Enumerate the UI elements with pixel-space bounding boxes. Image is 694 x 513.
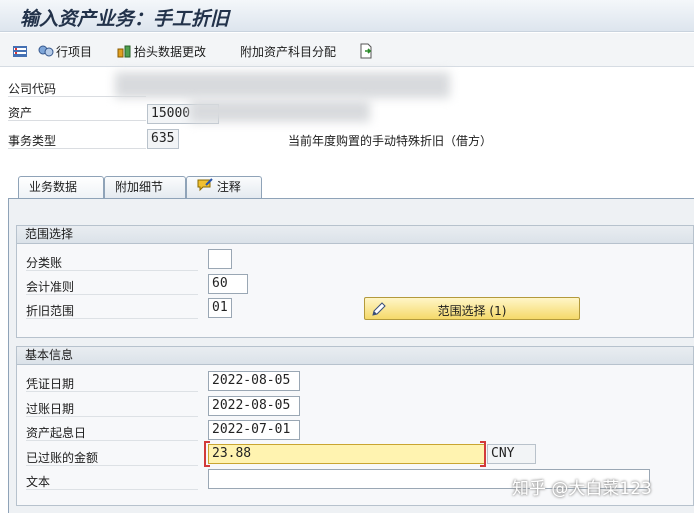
overview-icon: [12, 43, 28, 59]
focus-bracket-right: [480, 441, 486, 467]
transaction-type-description: 当前年度购置的手动特殊折旧（借方）: [288, 134, 493, 148]
amount-posted-field[interactable]: 23.88: [208, 444, 486, 464]
asset-value-date-field[interactable]: 2022-07-01: [208, 420, 300, 440]
accounting-principle-field[interactable]: 60: [208, 274, 248, 294]
transaction-type-label: 事务类型: [8, 134, 57, 148]
export-button[interactable]: [358, 42, 376, 60]
tab-note[interactable]: 注释: [186, 176, 262, 198]
header-data-label: 抬头数据更改: [134, 44, 207, 59]
application-toolbar: 行项目 抬头数据更改 附加资产科目分配: [0, 33, 694, 67]
asset-value-date-underline: [26, 440, 198, 441]
line-items-button[interactable]: 行项目: [38, 42, 92, 60]
company-code-label: 公司代码: [8, 82, 57, 96]
tab-additional-details[interactable]: 附加细节: [104, 176, 186, 198]
text-underline: [26, 489, 198, 490]
export-icon: [358, 43, 374, 59]
text-label: 文本: [26, 475, 51, 489]
transaction-type-field: 635: [147, 129, 179, 149]
header-data-icon: [116, 43, 132, 59]
accounting-principle-underline: [26, 294, 198, 295]
range-selection-button-label: 范围选择 (1): [437, 304, 507, 318]
posting-date-field[interactable]: 2022-08-05: [208, 396, 300, 416]
tab-business-data[interactable]: 业务数据: [18, 176, 104, 199]
document-date-underline: [26, 391, 198, 392]
overview-button[interactable]: [12, 42, 30, 60]
focus-bracket-left: [204, 441, 210, 467]
amount-posted-label: 已过账的金额: [26, 451, 99, 465]
depreciation-area-underline: [26, 318, 198, 319]
window-title: 输入资产业务：手工折旧: [20, 8, 230, 30]
range-selection-group: 范围选择: [16, 225, 694, 338]
depreciation-area-field[interactable]: 01: [208, 298, 232, 318]
asset-label: 资产: [8, 106, 33, 120]
title-bar: 输入资产业务：手工折旧: [0, 0, 694, 32]
additional-account-assignment-label: 附加资产科目分配: [240, 44, 337, 59]
accounting-principle-label: 会计准则: [26, 280, 75, 294]
line-items-label: 行项目: [56, 44, 93, 59]
watermark: 知乎 @大白菜123: [512, 479, 652, 499]
line-items-icon: [38, 43, 54, 59]
ledger-group-label: 分类账: [26, 256, 63, 270]
tab-note-label: 注释: [216, 180, 241, 194]
document-date-label: 凭证日期: [26, 377, 75, 391]
ledger-group-underline: [26, 270, 198, 271]
currency-field: CNY: [487, 444, 536, 464]
redaction-blur: [115, 72, 450, 98]
header-data-button[interactable]: 抬头数据更改: [116, 42, 206, 60]
asset-value-date-label: 资产起息日: [26, 426, 87, 440]
amount-posted-underline: [26, 465, 198, 466]
range-selection-title: 范围选择: [17, 226, 693, 244]
asset-underline: [8, 120, 146, 121]
basic-information-title: 基本信息: [17, 347, 693, 365]
ledger-group-field[interactable]: [208, 249, 232, 269]
range-selection-button[interactable]: 范围选择 (1): [364, 297, 580, 320]
note-icon: [197, 177, 213, 198]
depreciation-area-label: 折旧范围: [26, 304, 75, 318]
transaction-type-underline: [8, 148, 146, 149]
posting-date-label: 过账日期: [26, 402, 75, 416]
additional-account-assignment-button[interactable]: 附加资产科目分配: [240, 42, 336, 60]
redaction-blur: [190, 100, 370, 122]
document-date-field[interactable]: 2022-08-05: [208, 371, 300, 391]
posting-date-underline: [26, 416, 198, 417]
